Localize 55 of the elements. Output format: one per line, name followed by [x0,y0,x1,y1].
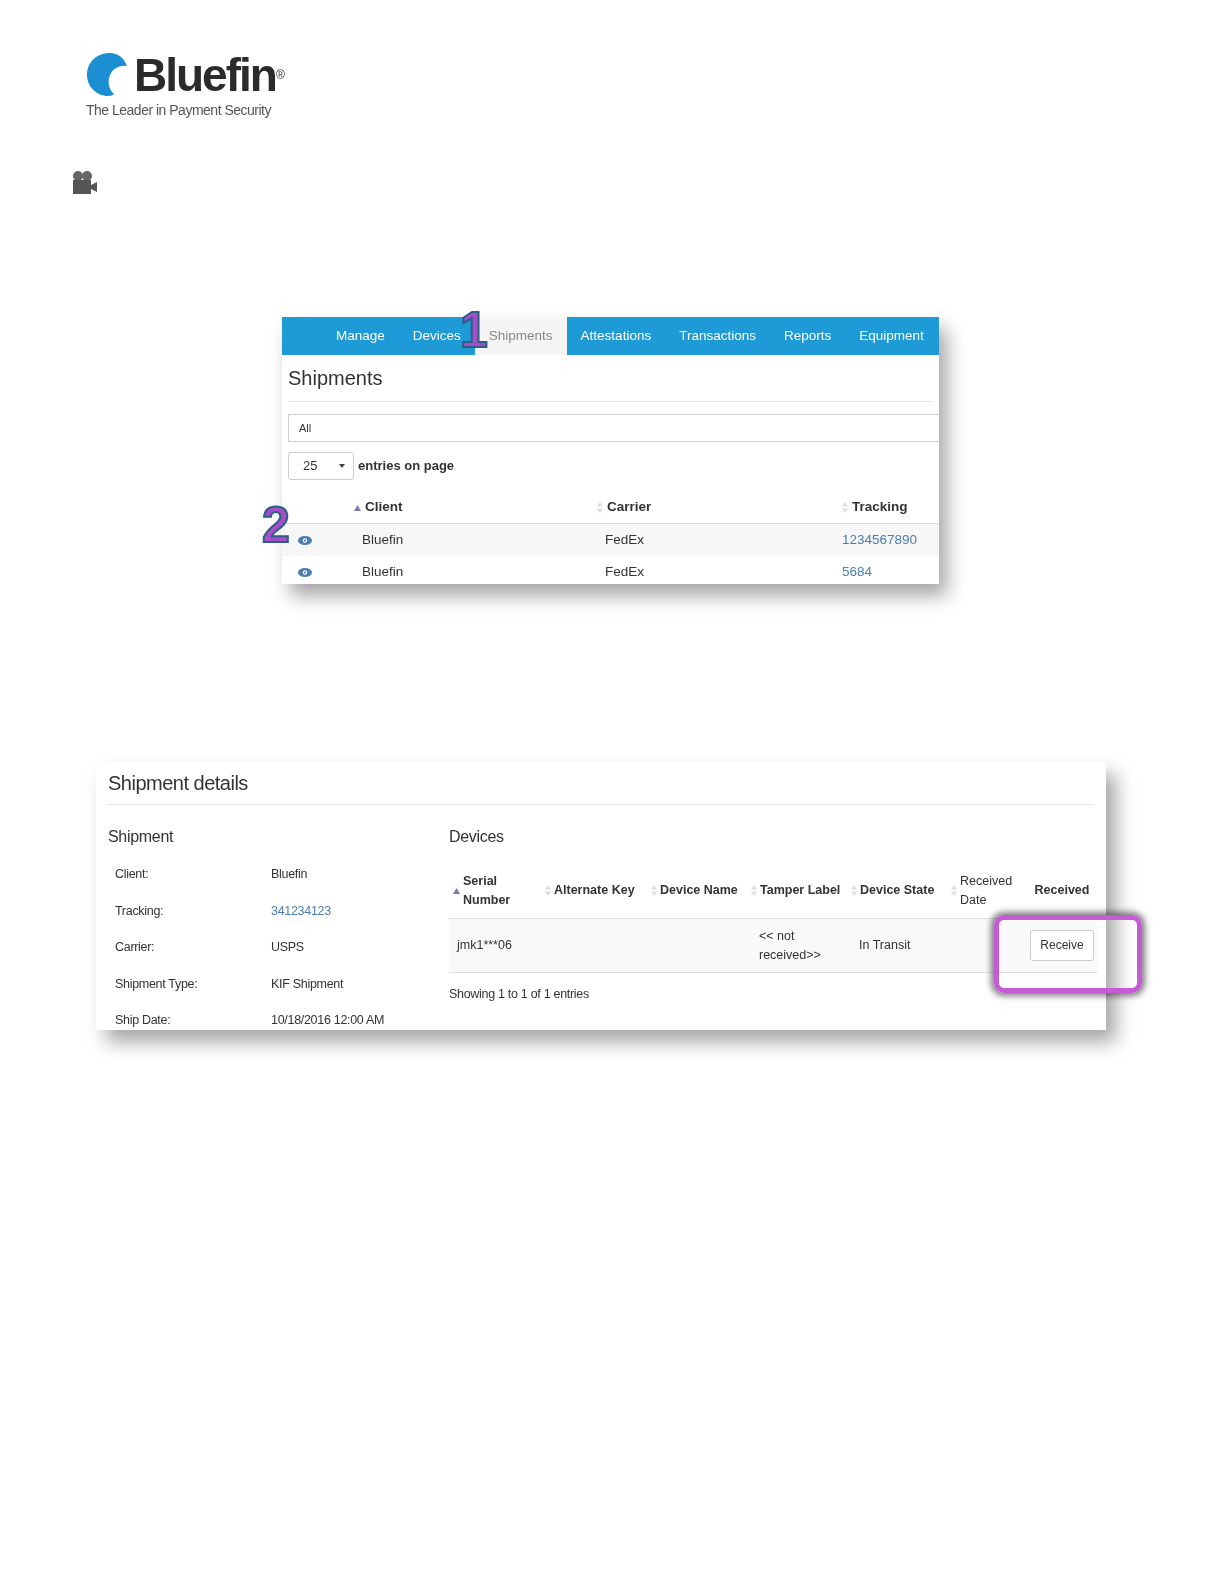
video-camera-icon [72,170,98,195]
field-label: Shipment Type: [115,976,198,991]
logo-tagline: The Leader in Payment Security [86,101,273,120]
sort-ascending-icon[interactable] [453,887,460,894]
tracking-link[interactable]: 341234123 [271,903,331,918]
table-cell: jmk1***06 [449,919,545,973]
sort-icon[interactable] [951,885,957,896]
sort-icon[interactable] [751,885,757,896]
sort-icon[interactable] [851,885,857,896]
registered-mark: ® [275,68,285,82]
table-cell: In Transit [851,919,951,973]
table-cell: FedEx [605,563,645,579]
table-cell: << not received>> [751,919,851,973]
field-value: Bluefin [271,867,308,881]
field-value: KIF Shipment [271,976,344,991]
table-footer-text: Showing 1 to 1 of 1 entries [449,987,589,1001]
table-cell: FedEx [605,531,645,547]
sort-icon[interactable] [651,885,657,896]
field-label: Client: [115,867,149,881]
filter-field[interactable]: All [288,414,939,442]
field-label: Tracking: [115,903,164,918]
dropdown-caret-icon [339,464,345,468]
receive-button[interactable]: Receive [1030,929,1094,962]
section-heading: Shipment [108,827,175,847]
sort-ascending-icon[interactable] [354,504,361,511]
table-cell: Bluefin [362,531,404,547]
tracking-link[interactable]: 1234567890 [842,531,918,547]
tracking-link[interactable]: 5684 [842,563,873,579]
column-header[interactable]: Device Name [660,881,738,900]
page-title: Shipment details [108,768,1094,805]
column-header[interactable]: Received Date [960,871,1012,910]
section-heading: Devices [449,827,505,847]
column-header[interactable]: Tamper Label [760,881,841,900]
eye-icon[interactable] [298,567,312,577]
field-label: Carrier: [115,940,155,954]
page-size-select[interactable]: 25 [288,452,354,480]
sort-icon[interactable] [842,502,848,513]
field-label: Ship Date: [115,1013,171,1027]
callout-number: 2 [262,500,290,550]
page-size-label: entries on page [358,457,455,476]
column-header[interactable]: Received [1034,881,1090,900]
column-header[interactable]: Carrier [607,497,652,518]
column-header[interactable]: Tracking [852,497,908,518]
table-cell: Bluefin [362,563,404,579]
sort-icon[interactable] [545,885,551,896]
field-value: 10/18/2016 12:00 AM [271,1013,385,1027]
sort-icon[interactable] [597,502,603,513]
column-header[interactable]: Client [365,497,403,518]
column-header[interactable]: Device State [860,881,935,900]
page-title: Shipments [288,363,933,402]
column-header[interactable]: Alternate Key [554,881,635,900]
brand-wordmark: Bluefin [134,52,276,98]
field-value: USPS [271,940,304,954]
column-header[interactable]: Serial Number [463,871,519,910]
eye-icon[interactable] [298,535,312,545]
